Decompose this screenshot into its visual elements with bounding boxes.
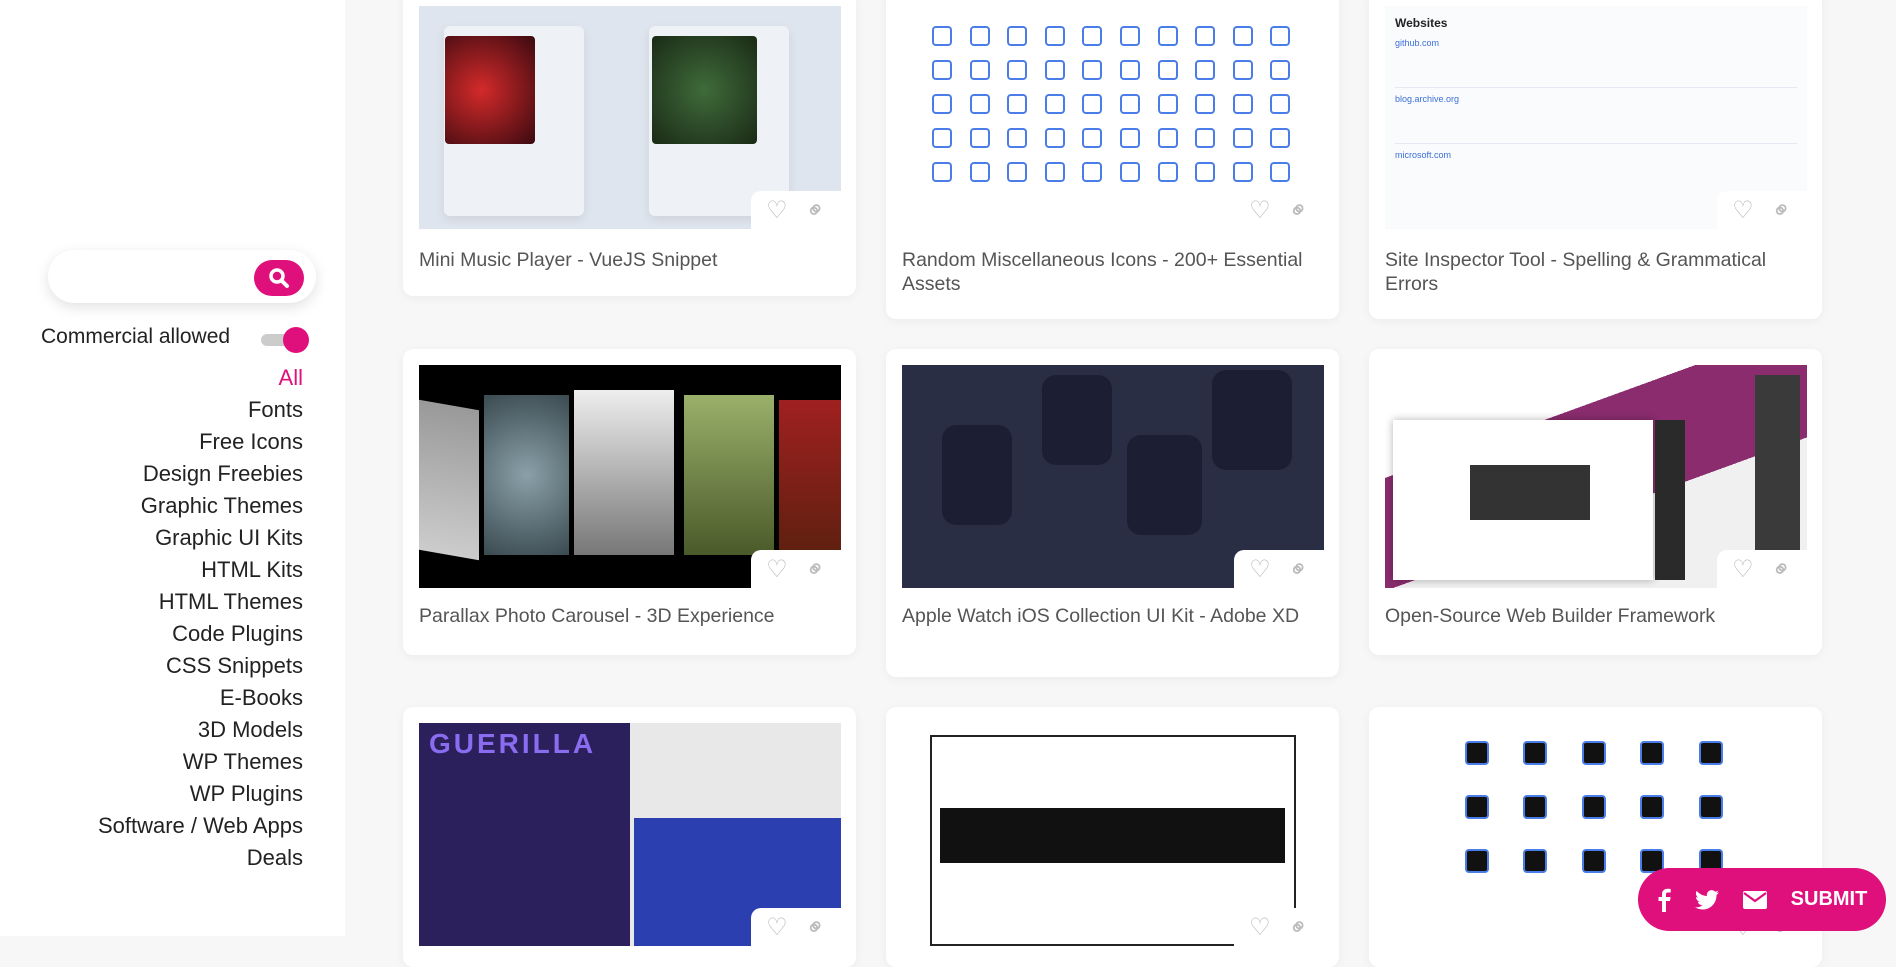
category-software-web-apps[interactable]: Software / Web Apps [98, 810, 303, 842]
category-design-freebies[interactable]: Design Freebies [98, 458, 303, 490]
heart-icon[interactable]: ♡ [1732, 555, 1754, 584]
category-fonts[interactable]: Fonts [98, 394, 303, 426]
category-free-icons[interactable]: Free Icons [98, 426, 303, 458]
link-icon[interactable]: ⚭ [1281, 910, 1316, 945]
category-html-themes[interactable]: HTML Themes [98, 586, 303, 618]
heart-icon[interactable]: ♡ [766, 196, 788, 225]
category-e-books[interactable]: E-Books [98, 682, 303, 714]
card-thumbnail[interactable]: ♡⚭ [902, 6, 1324, 229]
card-actions: ♡⚭ [1234, 550, 1324, 588]
category-deals[interactable]: Deals [98, 842, 303, 874]
card-title[interactable]: Mini Music Player - VueJS Snippet [419, 248, 840, 272]
category-code-plugins[interactable]: Code Plugins [98, 618, 303, 650]
card-actions: ♡⚭ [1234, 908, 1324, 946]
mail-icon[interactable] [1742, 890, 1767, 909]
link-icon[interactable]: ⚭ [1764, 193, 1799, 228]
resource-card[interactable]: ♡⚭ [886, 707, 1339, 967]
sidebar: Commercial allowed All Fonts Free Icons Des… [0, 0, 345, 936]
card-actions: ♡⚭ [1234, 191, 1324, 229]
search-input[interactable] [68, 262, 238, 292]
category-graphic-ui-kits[interactable]: Graphic UI Kits [98, 522, 303, 554]
category-wp-plugins[interactable]: WP Plugins [98, 778, 303, 810]
card-thumbnail[interactable]: ♡⚭ [419, 365, 841, 588]
card-title[interactable]: Apple Watch iOS Collection UI Kit - Adob… [902, 604, 1323, 628]
link-icon[interactable]: ⚭ [798, 910, 833, 945]
card-thumbnail[interactable]: GUERILLA ♡ ⚭ [419, 723, 841, 946]
resource-card[interactable]: ♡ ⚭ Random Miscellaneous Icons - 200+ Ess… [886, 0, 1339, 319]
heart-icon[interactable]: ♡ [1249, 555, 1271, 584]
resource-card[interactable]: ♡ ⚭ Mini Music Player - VueJS Snippet [403, 0, 856, 296]
link-icon[interactable]: ⚭ [1281, 193, 1316, 228]
resource-card[interactable]: ♡ ⚭ Apple Watch iOS Collection UI Kit - A… [886, 349, 1339, 677]
search-button[interactable] [254, 260, 304, 296]
heart-icon[interactable]: ♡ [766, 555, 788, 584]
link-icon[interactable]: ⚭ [798, 193, 833, 228]
link-icon[interactable]: ⚭ [1764, 552, 1799, 587]
card-actions: ♡⚭ [751, 908, 841, 946]
submit-button[interactable]: SUBMIT [1638, 868, 1886, 931]
search-icon [269, 268, 289, 288]
category-wp-themes[interactable]: WP Themes [98, 746, 303, 778]
resource-card[interactable]: ♡ ⚭ Parallax Photo Carousel - 3D Experien… [403, 349, 856, 655]
link-icon[interactable]: ⚭ [1281, 552, 1316, 587]
search-box[interactable] [48, 250, 316, 303]
heart-icon[interactable]: ♡ [1732, 196, 1754, 225]
facebook-icon[interactable] [1657, 888, 1671, 912]
heart-icon[interactable]: ♡ [1249, 913, 1271, 942]
commercial-allowed-toggle[interactable] [261, 327, 309, 353]
card-title[interactable]: Parallax Photo Carousel - 3D Experience [419, 604, 840, 628]
card-title[interactable]: Open-Source Web Builder Framework [1385, 604, 1806, 628]
card-thumbnail[interactable]: ♡⚭ [902, 723, 1324, 946]
card-thumbnail[interactable]: ♡⚭ [1385, 365, 1807, 588]
resource-card[interactable]: GUERILLA ♡ ⚭ [403, 707, 856, 967]
category-menu: All Fonts Free Icons Design Freebies Graphic… [98, 362, 303, 874]
category-html-kits[interactable]: HTML Kits [98, 554, 303, 586]
resource-card[interactable]: Websites github.com blog.archive.org micros… [1369, 0, 1822, 319]
card-title[interactable]: Random Miscellaneous Icons - 200+ Essent… [902, 248, 1323, 296]
card-thumbnail[interactable]: ♡⚭ [419, 6, 841, 229]
link-icon[interactable]: ⚭ [798, 552, 833, 587]
category-css-snippets[interactable]: CSS Snippets [98, 650, 303, 682]
resource-card[interactable]: ♡ ⚭ Open-Source Web Builder Framework [1369, 349, 1822, 655]
card-actions: ♡⚭ [1717, 191, 1807, 229]
category-3d-models[interactable]: 3D Models [98, 714, 303, 746]
category-graphic-themes[interactable]: Graphic Themes [98, 490, 303, 522]
card-actions: ♡⚭ [751, 550, 841, 588]
submit-label: SUBMIT [1790, 888, 1868, 910]
heart-icon[interactable]: ♡ [766, 913, 788, 942]
card-title[interactable]: Site Inspector Tool - Spelling & Grammat… [1385, 248, 1806, 296]
card-actions: ♡⚭ [1717, 550, 1807, 588]
card-actions: ♡⚭ [751, 191, 841, 229]
commercial-allowed-label: Commercial allowed [41, 325, 231, 348]
card-thumbnail[interactable]: ♡⚭ [902, 365, 1324, 588]
heart-icon[interactable]: ♡ [1249, 196, 1271, 225]
category-all[interactable]: All [98, 362, 303, 394]
twitter-icon[interactable] [1694, 889, 1719, 910]
card-thumbnail[interactable]: Websites github.com blog.archive.org micros… [1385, 6, 1807, 229]
